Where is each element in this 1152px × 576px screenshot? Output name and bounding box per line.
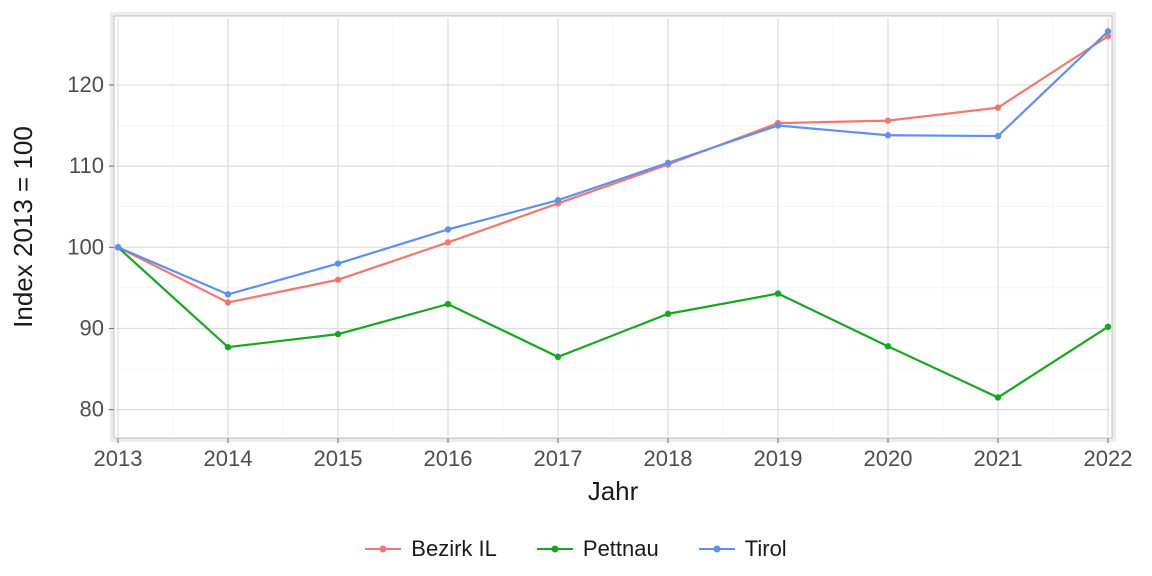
series-point [885, 132, 891, 138]
x-tick-label: 2016 [424, 446, 473, 471]
series-point [225, 344, 231, 350]
series-point [445, 301, 451, 307]
x-tick-label: 2021 [974, 446, 1023, 471]
series-point [115, 244, 121, 250]
series-point [335, 260, 341, 266]
legend-item: Bezirk IL [365, 536, 497, 562]
x-tick-label: 2017 [534, 446, 583, 471]
x-tick-label: 2015 [314, 446, 363, 471]
series-point [995, 104, 1001, 110]
series-point [665, 160, 671, 166]
legend-key [537, 540, 573, 558]
series-point [225, 299, 231, 305]
legend-item: Tirol [699, 536, 787, 562]
y-axis-title: Index 2013 = 100 [8, 126, 38, 328]
legend-label: Bezirk IL [411, 536, 497, 562]
legend-key [365, 540, 401, 558]
series-point [885, 117, 891, 123]
series-point [225, 291, 231, 297]
plot-svg: 2013 2014 2015 2016 2017 2018 2019 2020 2021 2022… [0, 0, 1152, 576]
series-point [335, 277, 341, 283]
series-point [885, 343, 891, 349]
series-point [555, 354, 561, 360]
legend-item: Pettnau [537, 536, 659, 562]
series-point [445, 239, 451, 245]
series-point [665, 311, 671, 317]
series-point [995, 133, 1001, 139]
legend-label: Tirol [745, 536, 787, 562]
legend: Bezirk IL Pettnau Tirol [0, 536, 1152, 562]
series-point [445, 226, 451, 232]
y-tick-label: 110 [69, 153, 104, 178]
y-tick-label: 80 [80, 397, 104, 422]
y-tick-label: 120 [67, 72, 104, 97]
x-axis-title: Jahr [588, 476, 639, 506]
series-point [335, 331, 341, 337]
series-point [775, 290, 781, 296]
series-point [995, 394, 1001, 400]
legend-key [699, 540, 735, 558]
x-tick-label: 2020 [864, 446, 913, 471]
series-point [1105, 28, 1111, 34]
x-tick-label: 2022 [1084, 446, 1133, 471]
series-point [775, 122, 781, 128]
y-tick-label: 100 [67, 234, 104, 259]
chart-container: 2013 2014 2015 2016 2017 2018 2019 2020 2021 2022… [0, 0, 1152, 576]
x-tick-label: 2019 [754, 446, 803, 471]
x-tick-label: 2013 [94, 446, 143, 471]
series-point [1105, 324, 1111, 330]
legend-label: Pettnau [583, 536, 659, 562]
series-point [555, 197, 561, 203]
x-tick-label: 2018 [644, 446, 693, 471]
y-tick-label: 90 [80, 315, 104, 340]
x-tick-label: 2014 [204, 446, 253, 471]
